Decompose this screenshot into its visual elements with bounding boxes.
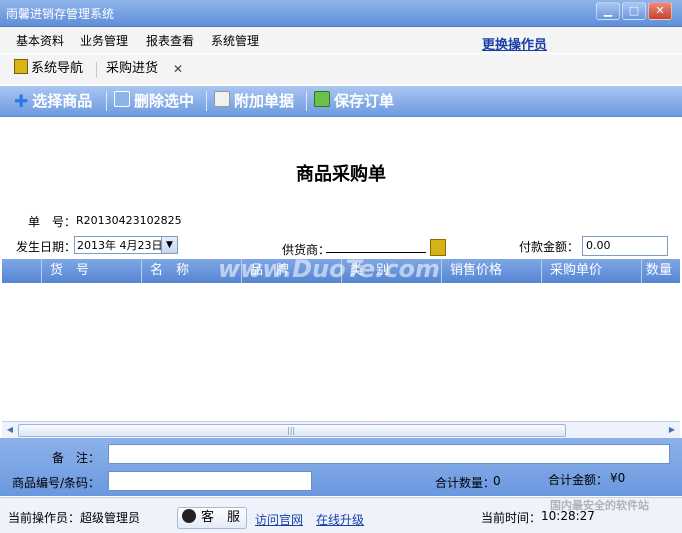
operator-name: 超级管理员 <box>80 511 141 525</box>
plus-icon: ✚ <box>14 92 29 112</box>
select-goods-button[interactable]: ✚ 选择商品 <box>14 90 92 112</box>
minimize-button[interactable]: ▁ <box>596 2 620 20</box>
remark-label: 备 注： <box>52 451 101 465</box>
tab-purchase[interactable]: 采购进货 <box>106 59 158 79</box>
title-bar: 雨馨进销存管理系统 ▁ □ ✕ <box>0 0 682 27</box>
watermark-center: www.DuoTe.com <box>218 255 440 283</box>
watermark-corner: 国内最安全的软件站 <box>550 499 649 512</box>
toolbar-divider <box>206 91 207 111</box>
operator-label: 当前操作员： <box>8 511 81 525</box>
tab-divider <box>96 62 97 78</box>
qq-icon <box>182 509 196 523</box>
customer-service-button[interactable]: 客 服 <box>177 507 247 529</box>
customer-service-label: 客 服 <box>201 510 241 525</box>
save-order-button[interactable]: 保存订单 <box>314 90 394 112</box>
nav-icon <box>14 59 28 74</box>
col-purchase-price[interactable]: 采购单价 <box>542 259 642 283</box>
order-no-value: R20130423102825 <box>76 214 182 227</box>
tab-system-nav[interactable]: 系统导航 <box>14 59 83 79</box>
menu-business[interactable]: 业务管理 <box>80 32 128 49</box>
spreadsheet-icon <box>314 91 330 107</box>
toolbar-divider <box>106 91 107 111</box>
menu-basic-data[interactable]: 基本资料 <box>16 32 64 49</box>
toolbar: ✚ 选择商品 删除选中 附加单据 保存订单 <box>0 86 682 117</box>
delete-selected-label: 删除选中 <box>134 92 195 110</box>
col-quantity[interactable]: 数量 <box>642 259 680 283</box>
total-amount-label: 合计金额： <box>548 473 609 487</box>
supplier-lookup-icon[interactable] <box>430 239 446 256</box>
date-label: 发生日期： <box>16 240 77 254</box>
tab-bar: 系统导航 采购进货 ✕ <box>0 54 682 84</box>
online-upgrade-link[interactable]: 在线升级 <box>316 511 364 528</box>
attach-document-button[interactable]: 附加单据 <box>214 90 294 112</box>
delete-selected-button[interactable]: 删除选中 <box>114 90 194 112</box>
toolbar-divider <box>306 91 307 111</box>
chevron-down-icon[interactable]: ▼ <box>161 237 177 253</box>
delete-icon <box>114 91 130 107</box>
visit-website-link[interactable]: 访问官网 <box>255 511 303 528</box>
tab-close-icon[interactable]: ✕ <box>173 59 183 79</box>
menu-reports[interactable]: 报表查看 <box>146 32 194 49</box>
menu-bar: 基本资料 业务管理 报表查看 系统管理 更换操作员 <box>0 27 682 53</box>
total-qty-value: 0 <box>493 474 501 488</box>
grid-body[interactable] <box>2 283 680 421</box>
date-picker[interactable]: 2013年 4月23日 ▼ <box>74 236 178 254</box>
grid-row-header <box>2 259 42 283</box>
payment-amount-input[interactable]: 0.00 <box>582 236 668 256</box>
tab-purchase-label: 采购进货 <box>106 61 159 76</box>
window-title: 雨馨进销存管理系统 <box>6 7 115 21</box>
remark-input[interactable] <box>108 444 670 464</box>
col-item-no[interactable]: 货 号 <box>42 259 142 283</box>
horizontal-scrollbar[interactable]: ◀ ||| ▶ <box>2 421 680 438</box>
date-value: 2013年 4月23日 <box>77 239 163 252</box>
attach-document-label: 附加单据 <box>234 92 295 110</box>
scroll-thumb[interactable]: ||| <box>18 424 566 437</box>
barcode-input[interactable] <box>108 471 312 491</box>
scroll-left-icon[interactable]: ◀ <box>4 424 16 436</box>
col-sale-price[interactable]: 销售价格 <box>442 259 542 283</box>
code-label: 商品编号/条码： <box>12 476 101 490</box>
total-amount-value: ¥0 <box>610 471 626 485</box>
total-qty-label: 合计数量： <box>435 476 496 490</box>
scroll-right-icon[interactable]: ▶ <box>666 424 678 436</box>
payment-label: 付款金额： <box>519 240 580 254</box>
select-goods-label: 选择商品 <box>32 92 93 110</box>
menu-system[interactable]: 系统管理 <box>211 32 259 49</box>
supplier-field[interactable] <box>326 252 426 253</box>
form-title: 商品采购单 <box>296 164 386 185</box>
maximize-button[interactable]: □ <box>622 2 646 20</box>
order-no-label: 单 号： <box>28 215 77 229</box>
document-icon <box>214 91 230 107</box>
close-button[interactable]: ✕ <box>648 2 672 20</box>
save-order-label: 保存订单 <box>334 92 395 110</box>
switch-operator-link[interactable]: 更换操作员 <box>482 34 547 53</box>
tab-system-nav-label: 系统导航 <box>31 61 84 76</box>
current-time-label: 当前时间： <box>481 511 542 525</box>
grip-icon: ||| <box>287 426 296 435</box>
